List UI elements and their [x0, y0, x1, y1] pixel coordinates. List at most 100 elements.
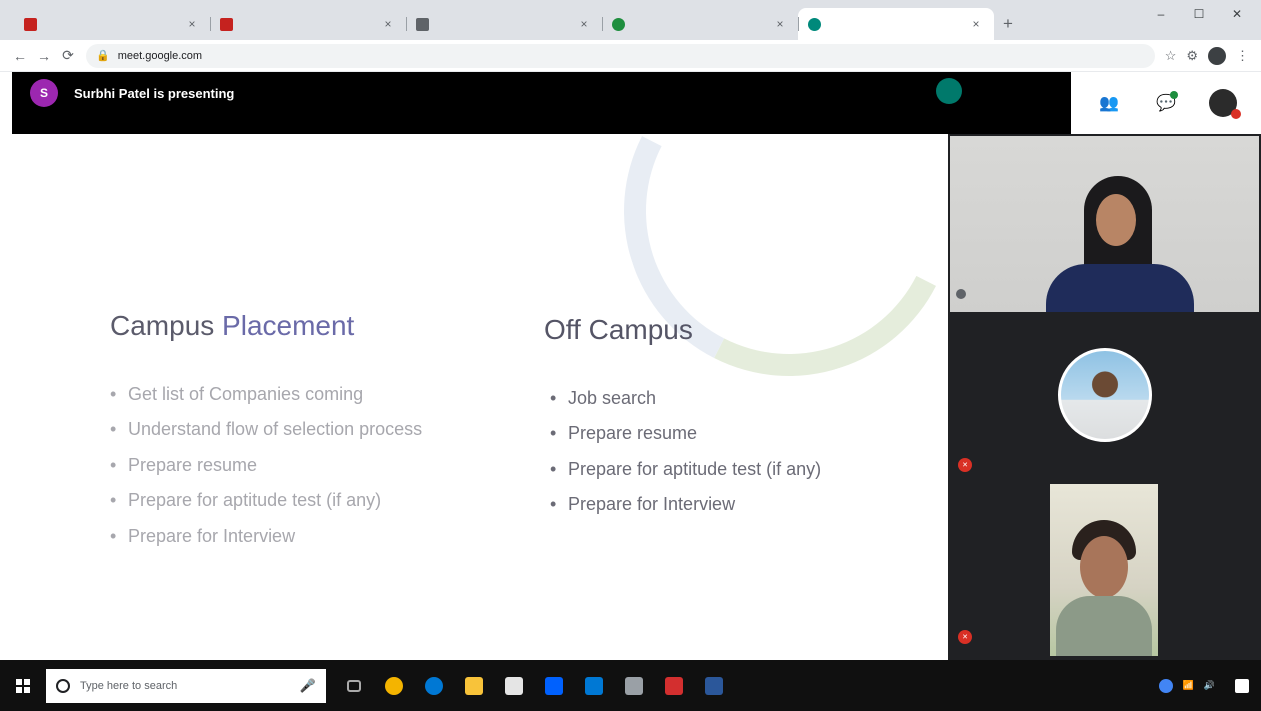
browser-tab[interactable]: × [14, 8, 210, 40]
close-tab-icon[interactable]: × [576, 17, 592, 31]
lock-icon: 🔒 [96, 50, 110, 62]
address-bar-row: ← → ⟳ 🔒 meet.google.com ☆ ⚙ ⋮ [0, 40, 1261, 72]
menu-dots-icon[interactable]: ⋮ [1236, 48, 1249, 64]
participant-tile[interactable]: ✕ [950, 484, 1259, 658]
microphone-icon[interactable]: 🎤 [300, 678, 316, 694]
url-field[interactable]: 🔒 meet.google.com [86, 43, 1155, 68]
notification-icon[interactable] [1235, 678, 1249, 693]
volume-icon[interactable]: 🔊 [1204, 680, 1215, 691]
browser-tab[interactable]: × [602, 8, 798, 40]
list-item: Prepare for aptitude test (if any) [550, 455, 821, 490]
participant-shirt [1046, 264, 1194, 312]
mail-icon[interactable] [574, 660, 614, 711]
bookmark-star-icon[interactable]: ☆ [1165, 48, 1177, 64]
browser-tab-active[interactable]: × [798, 8, 994, 40]
participant-name-tag: ✕ [958, 630, 980, 644]
campus-placement-list: Get list of Companies coming Understand … [110, 380, 422, 557]
window-controls: – ☐ ✕ [1143, 4, 1255, 24]
list-item: Prepare for Interview [550, 490, 821, 525]
browser-tab-strip: × × × × × + – ☐ ✕ [0, 0, 1261, 40]
off-campus-list: Job search Prepare resume Prepare for ap… [550, 384, 821, 526]
people-icon[interactable]: 👥 [1095, 89, 1123, 117]
edge-icon[interactable] [414, 660, 454, 711]
self-avatar[interactable] [1208, 89, 1241, 119]
mic-off-icon: ✕ [958, 458, 972, 472]
browser-tab[interactable]: × [210, 8, 406, 40]
back-arrow-icon[interactable]: ← [8, 48, 32, 64]
participant-name-tag: ✕ [958, 458, 980, 472]
participant-shirt [1056, 596, 1152, 656]
taskbar-apps [334, 660, 734, 711]
decorative-arc [581, 134, 948, 419]
task-view-icon[interactable] [334, 660, 374, 711]
presentation-slide: Campus Placement Get list of Companies c… [12, 134, 948, 660]
mic-off-icon: ✕ [958, 630, 972, 644]
list-item: Understand flow of selection process [110, 415, 422, 450]
presenting-label: Surbhi Patel is presenting [74, 85, 235, 101]
participants-panel: ✕ ✕ [948, 134, 1261, 660]
participant-face [1096, 194, 1136, 246]
chrome-tray-icon[interactable] [1158, 678, 1173, 693]
store-icon[interactable] [494, 660, 534, 711]
tab-favicon-icon [416, 17, 429, 31]
browser-toolbar-right: ☆ ⚙ ⋮ [1165, 46, 1261, 65]
taskbar-search-box[interactable]: Type here to search 🎤 [46, 668, 326, 703]
windows-logo-icon [16, 678, 30, 693]
screen: × × × × × + – ☐ ✕ ← → ⟳ 🔒 meet.google.co… [0, 0, 1261, 711]
others-avatar [936, 78, 962, 104]
others-in-call[interactable] [936, 78, 970, 104]
participant-tile[interactable]: ✕ [950, 314, 1259, 484]
search-placeholder: Type here to search [80, 679, 178, 692]
close-tab-icon[interactable]: × [968, 17, 984, 31]
network-icon[interactable]: 📶 [1183, 680, 1194, 691]
list-item: Prepare for aptitude test (if any) [110, 486, 422, 521]
dropbox-icon[interactable] [534, 660, 574, 711]
list-item: Get list of Companies coming [110, 380, 422, 415]
maximize-button[interactable]: ☐ [1181, 4, 1217, 24]
start-button[interactable] [0, 660, 46, 711]
close-tab-icon[interactable]: × [184, 17, 200, 31]
profile-avatar[interactable] [1208, 46, 1226, 65]
extensions-icon[interactable]: ⚙ [1186, 48, 1198, 64]
heading-word-2: Placement [222, 310, 355, 341]
presenter-avatar: S [30, 79, 58, 107]
close-window-button[interactable]: ✕ [1219, 4, 1255, 24]
list-item: Prepare resume [110, 451, 422, 486]
tab-favicon-icon [220, 17, 233, 31]
close-tab-icon[interactable]: × [772, 17, 788, 31]
reload-icon[interactable]: ⟳ [56, 47, 80, 64]
heading-word-1: Campus [110, 310, 215, 341]
file-explorer-icon[interactable] [454, 660, 494, 711]
pdf-icon[interactable] [654, 660, 694, 711]
participant-video [1050, 484, 1158, 656]
participant-face [1080, 536, 1128, 598]
app-icon[interactable] [614, 660, 654, 711]
meet-favicon-icon [808, 17, 821, 31]
participant-tile[interactable] [950, 136, 1259, 312]
off-campus-heading: Off Campus [544, 314, 693, 345]
mic-icon [956, 289, 966, 299]
list-item: Prepare resume [550, 419, 821, 454]
new-tab-button[interactable]: + [994, 8, 1022, 40]
chrome-icon[interactable] [374, 660, 414, 711]
meet-top-bar: S Surbhi Patel is presenting 👥 💬 [12, 72, 1261, 134]
tab-favicon-icon [612, 17, 625, 31]
search-icon [56, 678, 70, 693]
list-item: Prepare for Interview [110, 522, 422, 557]
participant-avatar [1058, 348, 1152, 442]
close-tab-icon[interactable]: × [380, 17, 396, 31]
word-icon[interactable] [694, 660, 734, 711]
minimize-button[interactable]: – [1143, 4, 1179, 24]
campus-placement-heading: Campus Placement [110, 310, 354, 342]
participant-name-tag [956, 284, 972, 304]
browser-tab[interactable]: × [406, 8, 602, 40]
list-item: Job search [550, 384, 821, 419]
meet-controls: 👥 💬 [1071, 72, 1261, 134]
self-muted-indicator [1230, 109, 1241, 119]
chat-badge [1169, 91, 1178, 99]
url-host: meet.google.com [117, 49, 203, 62]
windows-taskbar: Type here to search 🎤 📶 🔊 [0, 660, 1261, 711]
forward-arrow-icon[interactable]: → [32, 48, 56, 64]
chat-icon[interactable]: 💬 [1152, 89, 1180, 117]
presenter-indicator: S Surbhi Patel is presenting [30, 79, 234, 107]
